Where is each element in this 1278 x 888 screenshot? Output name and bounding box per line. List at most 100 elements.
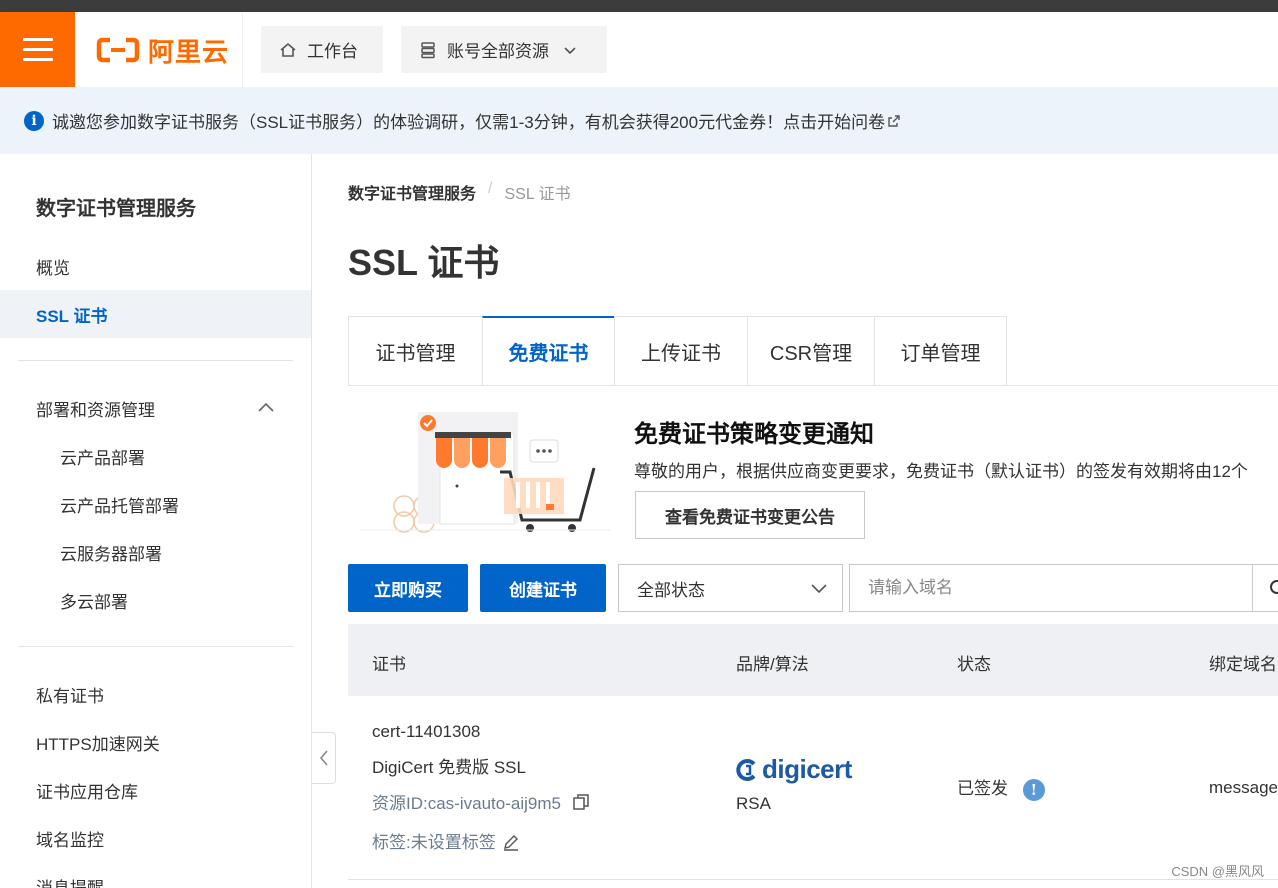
- sidebar-item-overview[interactable]: 概览: [0, 242, 311, 290]
- sidebar-item-label: 私有证书: [36, 686, 104, 706]
- view-announcement-button[interactable]: 查看免费证书变更公告: [635, 491, 865, 539]
- aliyun-logo[interactable]: 阿里云: [96, 32, 229, 68]
- digicert-logo: digicert: [736, 754, 852, 785]
- create-cert-button[interactable]: 创建证书: [480, 564, 606, 612]
- sidebar-item-label: 消息提醒: [36, 878, 104, 888]
- sidebar-item-domain-monitor[interactable]: 域名监控: [0, 814, 311, 862]
- page-title: SSL 证书: [348, 242, 500, 283]
- brand-name: digicert: [762, 754, 852, 784]
- tags: 标签:未设置标签: [372, 828, 520, 853]
- search-button[interactable]: [1252, 564, 1278, 612]
- chevron-up-icon: [258, 402, 274, 412]
- sidebar-item-label: SSL 证书: [36, 306, 108, 326]
- sidebar-item-label: 云服务器部署: [60, 544, 162, 564]
- sidebar-item-label: 域名监控: [36, 830, 104, 850]
- status-cell: 已签发 !: [957, 774, 1045, 801]
- tab-label: 免费证书: [508, 343, 589, 365]
- sidebar-separator: [18, 646, 293, 647]
- tab-label: 证书管理: [375, 342, 456, 365]
- tab-free-cert[interactable]: 免费证书: [482, 316, 614, 386]
- search-box: [849, 564, 1278, 612]
- home-icon: [280, 42, 296, 57]
- chevron-down-icon: [811, 584, 827, 594]
- breadcrumb-root[interactable]: 数字证书管理服务: [348, 180, 476, 204]
- sidebar-item-label: 云产品部署: [60, 448, 145, 468]
- resource-id: 资源ID:cas-ivauto-aij9m5: [372, 789, 590, 814]
- sidebar-item-multicloud-deploy[interactable]: 多云部署: [0, 576, 311, 624]
- sidebar-item-label: 多云部署: [60, 592, 128, 612]
- sidebar-item-ssl[interactable]: SSL 证书: [0, 290, 311, 338]
- status-select[interactable]: 全部状态: [618, 564, 843, 612]
- survey-notice[interactable]: i 诚邀您参加数字证书服务（SSL证书服务）的体验调研，仅需1-3分钟，有机会获…: [0, 87, 1278, 154]
- column-header-status: 状态: [957, 655, 991, 674]
- column-header-cert: 证书: [372, 655, 406, 674]
- status-select-value: 全部状态: [637, 580, 705, 600]
- sidebar-item-cert-repo[interactable]: 证书应用仓库: [0, 766, 311, 814]
- tab-label: 订单管理: [900, 342, 981, 365]
- sidebar-title: 数字证书管理服务: [36, 198, 196, 220]
- menu-icon[interactable]: [0, 12, 75, 87]
- column-header-domain: 绑定域名: [1209, 655, 1277, 674]
- sidebar-item-label: 云产品托管部署: [60, 496, 179, 516]
- sidebar-item-cloud-deploy[interactable]: 云产品部署: [0, 432, 311, 480]
- table-row[interactable]: cert-11401308 DigiCert 免费版 SSL 资源ID:cas-…: [348, 696, 1278, 880]
- sidebar-item-private-cert[interactable]: 私有证书: [0, 670, 311, 718]
- workbench-button[interactable]: 工作台: [261, 26, 383, 73]
- tags-text: 标签:未设置标签: [372, 833, 496, 852]
- database-icon: [421, 41, 435, 58]
- sidebar-item-server-deploy[interactable]: 云服务器部署: [0, 528, 311, 576]
- resources-label: 账号全部资源: [447, 42, 549, 61]
- tab-cert-management[interactable]: 证书管理: [348, 316, 482, 386]
- browser-top-strip: [0, 0, 1278, 12]
- notice-text: 诚邀您参加数字证书服务（SSL证书服务）的体验调研，仅需1-3分钟，有机会获得2…: [52, 113, 886, 132]
- tab-bar: 证书管理 免费证书 上传证书 CSR管理 订单管理: [348, 316, 1007, 386]
- promo-title: 免费证书策略变更通知: [634, 421, 874, 448]
- sidebar-item-label: HTTPS加速网关: [36, 734, 160, 754]
- tabs-underline: [348, 385, 1278, 386]
- promo-description: 尊敬的用户，根据供应商变更要求，免费证书（默认证书）的签发有效期将由12个: [634, 462, 1248, 481]
- resources-dropdown[interactable]: 账号全部资源: [401, 26, 607, 73]
- aliyun-logo-icon: [96, 37, 140, 63]
- resource-id-text: 资源ID:cas-ivauto-aij9m5: [372, 794, 561, 813]
- copy-icon[interactable]: [572, 793, 590, 811]
- sidebar-separator: [18, 360, 293, 361]
- info-icon: i: [24, 110, 44, 131]
- edit-icon[interactable]: [502, 833, 520, 851]
- logo-text: 阿里云: [148, 36, 230, 67]
- tab-label: 上传证书: [641, 342, 721, 365]
- sidebar-item-label: 部署和资源管理: [36, 400, 155, 420]
- search-icon: [1270, 580, 1278, 594]
- sidebar-group-deploy[interactable]: 部署和资源管理: [0, 384, 311, 432]
- table-header: 证书 品牌/算法 状态 绑定域名: [348, 624, 1278, 696]
- external-link-icon: [888, 114, 900, 127]
- breadcrumb-separator: /: [488, 180, 493, 197]
- cert-type: DigiCert 免费版 SSL: [372, 758, 526, 777]
- bound-domain: message: [1209, 778, 1278, 797]
- tab-csr-management[interactable]: CSR管理: [747, 316, 874, 386]
- status-text: 已签发: [957, 779, 1008, 798]
- sidebar-item-https-gateway[interactable]: HTTPS加速网关: [0, 718, 311, 766]
- sidebar-item-label: 概览: [36, 258, 70, 278]
- divider: [242, 12, 243, 87]
- tab-upload-cert[interactable]: 上传证书: [614, 316, 747, 386]
- tab-order-management[interactable]: 订单管理: [874, 316, 1007, 386]
- column-header-brand: 品牌/算法: [736, 655, 809, 674]
- breadcrumb: 数字证书管理服务 / SSL 证书: [348, 180, 571, 204]
- status-info-icon[interactable]: !: [1022, 778, 1045, 801]
- sidebar: 数字证书管理服务 概览 SSL 证书 部署和资源管理 云产品部署 云产品托管部署…: [0, 154, 312, 888]
- store-cart-illustration: [360, 412, 610, 533]
- chevron-down-icon: [564, 46, 576, 54]
- domain-search-input[interactable]: [850, 565, 1252, 611]
- sidebar-item-hosted-deploy[interactable]: 云产品托管部署: [0, 480, 311, 528]
- algorithm: RSA: [736, 794, 771, 813]
- sidebar-item-label: 证书应用仓库: [36, 782, 138, 802]
- digicert-logo-icon: [736, 758, 756, 781]
- top-navbar: 阿里云 工作台 账号全部资源: [0, 12, 1278, 87]
- buy-now-button[interactable]: 立即购买: [348, 564, 468, 612]
- main-content: 数字证书管理服务 / SSL 证书 SSL 证书 证书管理 免费证书 上传证书 …: [312, 154, 1278, 888]
- watermark: CSDN @黑风风: [1171, 864, 1264, 879]
- cert-name[interactable]: cert-11401308: [372, 722, 480, 742]
- tab-label: CSR管理: [769, 342, 853, 365]
- breadcrumb-current: SSL 证书: [504, 186, 571, 203]
- sidebar-item-notifications[interactable]: 消息提醒: [0, 862, 311, 888]
